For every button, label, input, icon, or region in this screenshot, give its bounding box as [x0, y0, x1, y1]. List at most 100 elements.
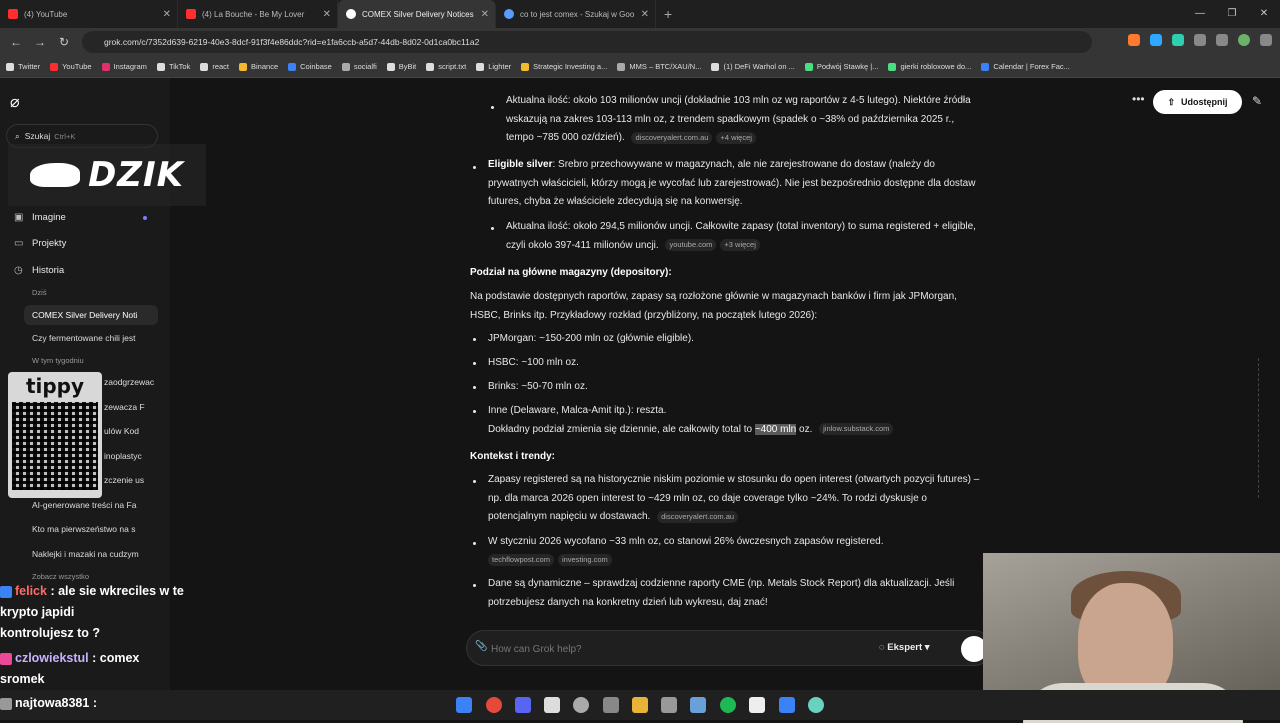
close-icon[interactable]: ✕ [641, 9, 649, 20]
bookmark-label: ByBit [398, 62, 417, 71]
tab-comex[interactable]: COMEX Silver Delivery Notices ✕ [338, 0, 496, 28]
bullet-icon [491, 106, 494, 109]
source-chip[interactable]: investing.com [557, 554, 612, 567]
bookmark-label: script.txt [438, 62, 467, 71]
tab-youtube[interactable]: (4) YouTube ✕ [0, 0, 178, 28]
tab-la-bouche[interactable]: (4) La Bouche - Be My Lover ✕ [178, 0, 338, 28]
bookmark-icon [426, 62, 435, 71]
search-shortcut: Ctrl+K [54, 131, 76, 141]
bookmark-item[interactable]: socialfi [341, 62, 377, 71]
bookmark-label: Calendar | Forex Fac... [993, 62, 1070, 71]
close-icon[interactable]: ✕ [323, 9, 331, 20]
app-icon[interactable] [808, 697, 824, 713]
sidebar-item-projekty[interactable]: ▭ Projekty [14, 238, 66, 249]
search-label: Szukaj [24, 131, 51, 141]
bookmark-item[interactable]: Coinbase [288, 62, 332, 71]
sidebar-item-imagine[interactable]: ▣ Imagine [14, 212, 66, 223]
history-item[interactable]: zczenie us [104, 475, 154, 485]
folder-icon[interactable] [632, 697, 648, 713]
avatar[interactable] [1238, 34, 1250, 46]
image-icon: ▣ [14, 212, 24, 223]
scroll-track[interactable] [1258, 358, 1268, 498]
url-field[interactable]: grok.com/c/7352d639-6219-40e3-8dcf-91f3f… [82, 31, 1092, 53]
more-sources-chip[interactable]: +4 więcej [716, 131, 756, 144]
bookmark-item[interactable]: gierki robloxowe do... [888, 62, 971, 71]
spotify-icon[interactable] [720, 697, 736, 713]
app-icon[interactable] [749, 697, 765, 713]
bookmark-item[interactable]: Binance [239, 62, 278, 71]
history-item[interactable]: Czy fermentowane chili jest [32, 333, 152, 343]
more-options-icon[interactable]: ••• [1132, 92, 1145, 106]
chat-message-cont: kontrolujesz to ? [0, 626, 100, 640]
new-tab-button[interactable]: + [664, 6, 672, 22]
source-chip[interactable]: discoveryalert.com.au [631, 131, 713, 144]
bookmark-item[interactable]: Podwój Stawkę |... [804, 62, 878, 71]
app-icon[interactable] [603, 697, 619, 713]
extension-icon[interactable] [1150, 34, 1162, 46]
bookmark-item[interactable]: Instagram [101, 62, 147, 71]
app-icon[interactable] [661, 697, 677, 713]
bookmark-item[interactable]: Strategic Investing a... [521, 62, 607, 71]
extension-icon[interactable] [1128, 34, 1140, 46]
bookmark-label: YouTube [62, 62, 92, 71]
menu-icon[interactable] [1216, 34, 1228, 46]
grok-logo-icon[interactable]: ⌀ [10, 92, 20, 112]
back-icon[interactable]: ← [4, 35, 28, 49]
share-button[interactable]: ⇧ Udostępnij [1153, 90, 1242, 114]
history-item[interactable]: Kto ma pierwszeństwo na s [32, 524, 152, 534]
history-item[interactable]: COMEX Silver Delivery Noti [24, 305, 158, 325]
bookmark-icon [711, 62, 720, 71]
new-chat-icon[interactable]: ✎ [1252, 94, 1262, 108]
history-item[interactable]: inoplastyc [104, 451, 154, 461]
history-item[interactable]: AI-generowane treści na Fa [32, 500, 152, 510]
obs-icon[interactable] [573, 697, 589, 713]
app-icon[interactable] [544, 697, 560, 713]
extension-icon[interactable] [1172, 34, 1184, 46]
history-item[interactable]: Naklejki i mazaki na cudzym [32, 549, 152, 559]
see-all-link[interactable]: Zobacz wszystko [32, 572, 89, 581]
history-item[interactable]: zewacza F [104, 402, 154, 412]
bookmark-icon [101, 62, 110, 71]
history-item[interactable]: ulów Kod [104, 426, 154, 436]
minimize-icon[interactable]: — [1184, 0, 1216, 28]
prompt-input[interactable] [491, 639, 861, 659]
history-item[interactable]: zaodgrzewac [104, 377, 154, 387]
source-chip[interactable]: youtube.com [665, 239, 717, 252]
bookmark-item[interactable]: react [200, 62, 229, 71]
bookmark-label: Instagram [113, 62, 147, 71]
chrome-icon[interactable] [486, 697, 502, 713]
discord-icon[interactable] [515, 697, 531, 713]
windows-start-icon[interactable] [456, 697, 472, 713]
forward-icon[interactable]: → [28, 35, 52, 49]
bookmark-item[interactable]: MMS – BTC/XAU/N... [617, 62, 701, 71]
more-sources-chip[interactable]: +3 więcej [720, 239, 760, 252]
close-window-icon[interactable]: ✕ [1248, 0, 1280, 28]
sidebar-item-historia[interactable]: ◷ Historia [14, 265, 64, 276]
bookmark-item[interactable]: (1) DeFi Warhol on ... [711, 62, 795, 71]
puzzle-icon[interactable] [1194, 34, 1206, 46]
bookmark-item[interactable]: Calendar | Forex Fac... [981, 62, 1070, 71]
attach-icon[interactable]: 📎 [475, 641, 487, 652]
bookmark-item[interactable]: Twitter [6, 62, 40, 71]
mode-selector[interactable]: ◌ Ekspert ▾ [879, 642, 930, 653]
source-chip[interactable]: techflowpost.com [488, 554, 554, 567]
tab-google-search[interactable]: co to jest comex - Szukaj w Goo ✕ [496, 0, 656, 28]
bullet-icon [473, 386, 476, 389]
bookmark-icon [50, 62, 59, 71]
bookmark-item[interactable]: script.txt [426, 62, 466, 71]
bookmark-item[interactable]: Lighter [476, 62, 511, 71]
bookmark-item[interactable]: TikTok [156, 62, 190, 71]
close-icon[interactable]: ✕ [481, 9, 489, 20]
app-icon[interactable] [779, 697, 795, 713]
bookmark-item[interactable]: YouTube [50, 62, 92, 71]
source-chip[interactable]: jinlow.substack.com [819, 423, 894, 436]
composer: 📎 ◌ Ekspert ▾ [466, 630, 992, 666]
restore-icon[interactable]: ❐ [1216, 0, 1248, 28]
bookmark-item[interactable]: ByBit [386, 62, 417, 71]
reload-icon[interactable]: ↻ [52, 35, 76, 49]
paragraph: Aktualna ilość: około 103 milionów uncji… [506, 92, 981, 148]
close-icon[interactable]: ✕ [163, 9, 171, 20]
app-icon[interactable] [690, 697, 706, 713]
source-chip[interactable]: discoveryalert.com.au [657, 510, 739, 523]
kebab-menu-icon[interactable] [1260, 34, 1272, 46]
